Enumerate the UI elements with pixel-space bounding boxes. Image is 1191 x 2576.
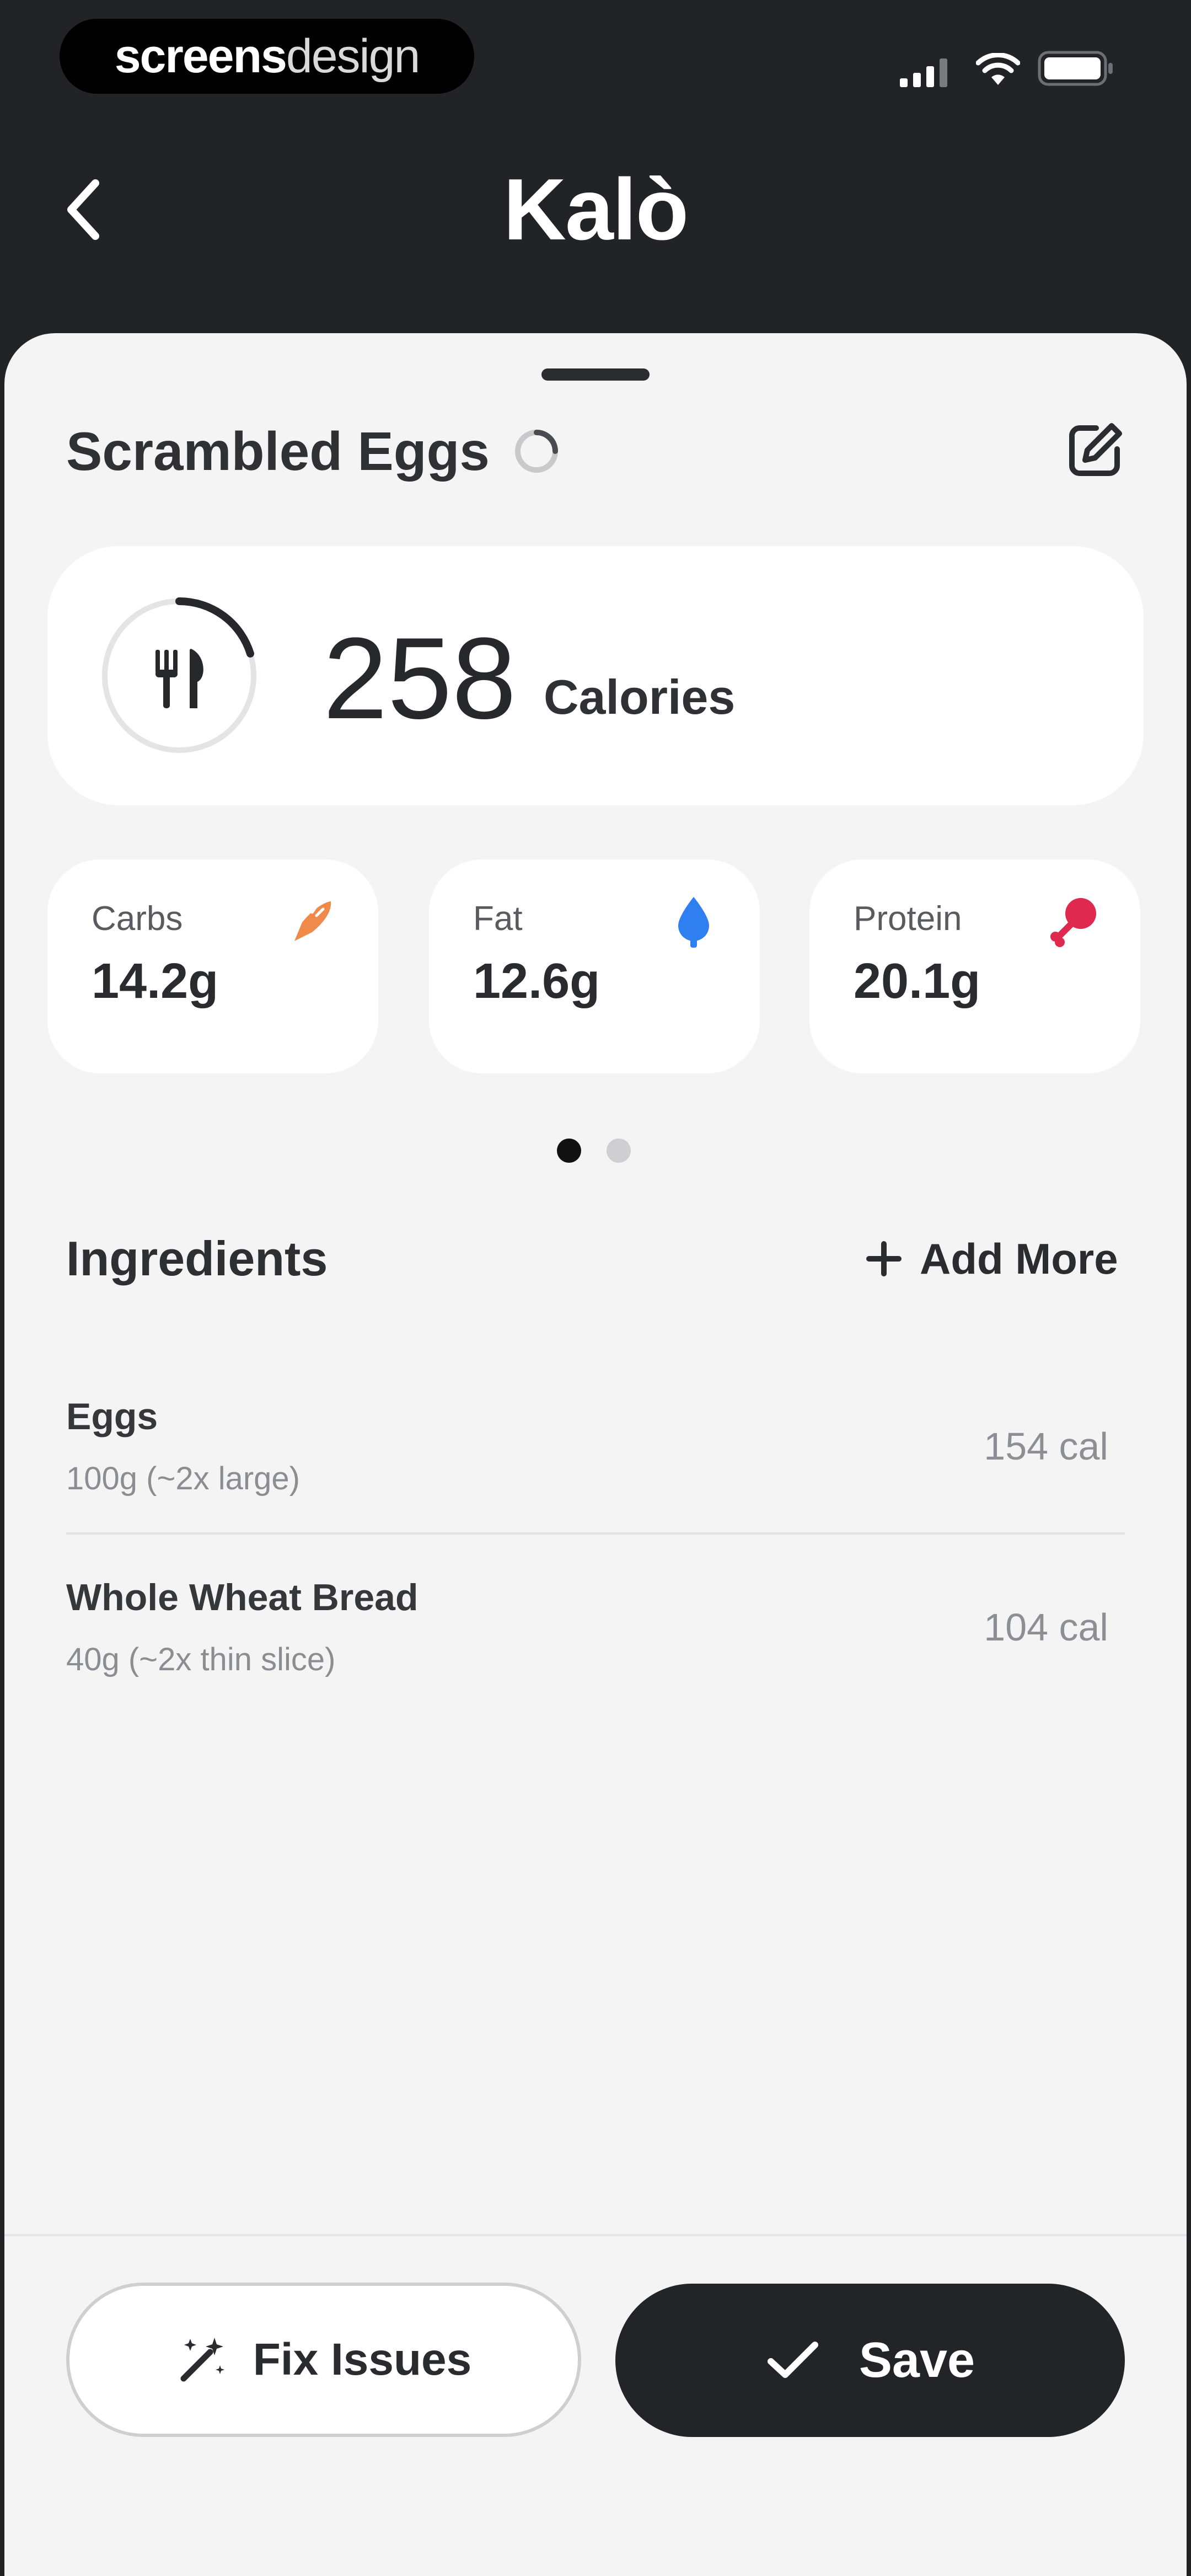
plus-icon bbox=[866, 1241, 902, 1276]
fix-issues-button[interactable]: Fix Issues bbox=[66, 2283, 581, 2437]
app-title: Kalò bbox=[503, 161, 689, 258]
ingredient-calories: 154 cal bbox=[984, 1425, 1108, 1468]
macro-value: 12.6g bbox=[473, 954, 600, 1009]
edit-icon bbox=[1069, 423, 1122, 476]
meal-title-row: Scrambled Eggs bbox=[66, 413, 561, 490]
ingredient-detail: 40g (~2x thin slice) bbox=[66, 1642, 336, 1677]
save-button[interactable]: Save bbox=[615, 2284, 1125, 2437]
add-more-button[interactable]: Add More bbox=[865, 1226, 1118, 1292]
pager-dot-active[interactable] bbox=[557, 1139, 581, 1163]
watermark-bold-text: screens bbox=[114, 30, 287, 83]
battery-icon bbox=[1038, 51, 1113, 86]
loading-spinner-icon bbox=[514, 430, 558, 473]
watermark-light-text: design bbox=[286, 30, 420, 83]
bottom-bar-divider bbox=[4, 2234, 1187, 2236]
meal-title: Scrambled Eggs bbox=[66, 421, 490, 482]
save-label: Save bbox=[859, 2332, 975, 2388]
chevron-left-icon bbox=[67, 179, 99, 240]
calories-value: 258 bbox=[323, 613, 517, 743]
calorie-progress-ring bbox=[102, 597, 256, 753]
fork-knife-icon bbox=[155, 649, 203, 708]
edit-meal-button[interactable] bbox=[1059, 415, 1130, 487]
drop-icon bbox=[678, 897, 709, 948]
drumstick-icon bbox=[1050, 898, 1096, 947]
macro-card-protein[interactable]: Protein 20.1g bbox=[809, 859, 1140, 1073]
macro-label: Fat bbox=[473, 900, 523, 938]
ingredient-detail: 100g (~2x large) bbox=[66, 1461, 300, 1497]
carrot-icon bbox=[294, 901, 331, 941]
cellular-signal-icon bbox=[900, 58, 947, 87]
magic-wand-icon bbox=[180, 2338, 224, 2382]
back-button[interactable] bbox=[53, 165, 114, 254]
macro-value: 20.1g bbox=[854, 954, 981, 1009]
macro-label: Protein bbox=[854, 900, 962, 938]
macro-value: 14.2g bbox=[92, 954, 219, 1009]
watermark-badge: screensdesign bbox=[60, 19, 474, 94]
calories-unit-label: Calories bbox=[544, 670, 736, 724]
macro-card-carbs[interactable]: Carbs 14.2g bbox=[47, 859, 378, 1073]
checkmark-icon bbox=[767, 2342, 818, 2378]
ingredient-calories: 104 cal bbox=[984, 1606, 1108, 1649]
pager-dot[interactable] bbox=[607, 1139, 631, 1163]
ingredient-name[interactable]: Eggs bbox=[66, 1389, 158, 1444]
sheet-drag-handle[interactable] bbox=[541, 368, 650, 381]
add-more-label: Add More bbox=[920, 1234, 1118, 1283]
wifi-icon bbox=[976, 53, 1020, 85]
ingredient-name[interactable]: Whole Wheat Bread bbox=[66, 1570, 419, 1625]
ingredients-title: Ingredients bbox=[66, 1231, 328, 1286]
macro-label: Carbs bbox=[92, 900, 183, 938]
macro-card-fat[interactable]: Fat 12.6g bbox=[429, 859, 760, 1073]
divider bbox=[66, 1532, 1125, 1535]
fix-issues-label: Fix Issues bbox=[253, 2334, 472, 2385]
